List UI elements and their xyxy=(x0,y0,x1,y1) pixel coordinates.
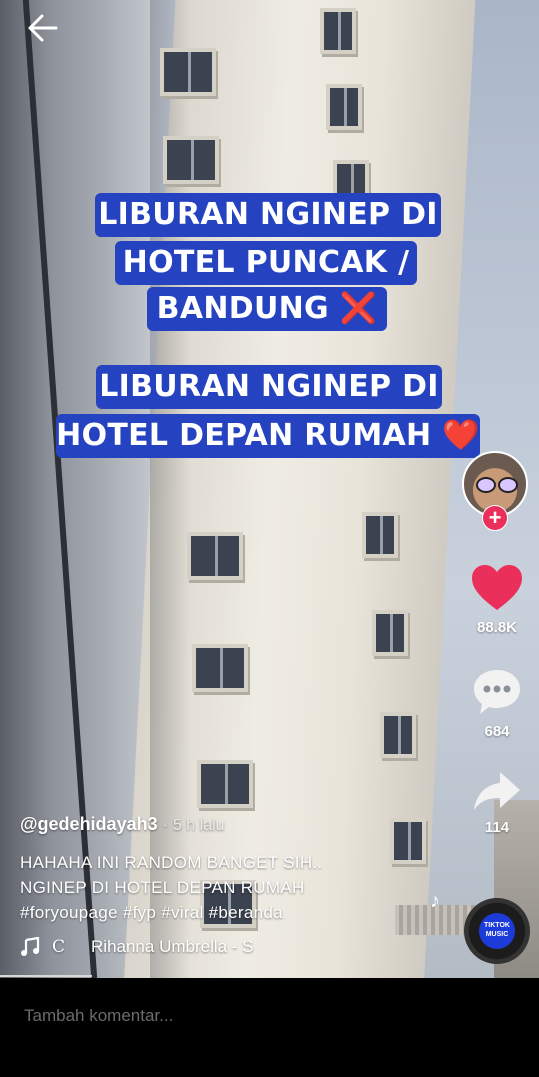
window xyxy=(372,610,408,656)
music-prefix: C xyxy=(52,937,66,957)
comment-bubble-icon xyxy=(474,670,520,714)
hashtags-line[interactable]: #foryoupage #fyp #viral #beranda xyxy=(20,900,440,925)
separator-dot: · xyxy=(162,817,168,834)
window xyxy=(380,712,416,758)
heart-icon xyxy=(472,565,522,610)
music-disc-icon: TIKTOK MUSIC xyxy=(479,913,515,949)
window xyxy=(192,644,248,692)
follow-button[interactable]: + xyxy=(482,505,508,531)
share-button[interactable]: 114 xyxy=(466,770,528,836)
like-count: 88.8K xyxy=(476,619,518,636)
floating-music-note-icon: ♪ xyxy=(430,890,440,912)
window xyxy=(163,136,219,184)
video-progress-bar[interactable] xyxy=(0,975,92,977)
creator-avatar[interactable]: + xyxy=(462,451,528,531)
music-title: Rihanna Umbrella - S xyxy=(91,937,254,956)
comment-input[interactable] xyxy=(24,1006,504,1026)
comment-count: 684 xyxy=(484,723,510,740)
music-note-icon xyxy=(21,937,40,956)
caption-line: HOTEL DEPAN RUMAH ❤️ xyxy=(56,414,480,458)
window xyxy=(197,760,253,808)
comment-button[interactable]: 684 xyxy=(466,668,528,740)
description-line: HAHAHA INI RANDOM BANGET SIH.. xyxy=(20,853,323,872)
music-ticker[interactable]: C Rihanna Umbrella - S xyxy=(20,937,254,957)
caption-line: HOTEL PUNCAK / xyxy=(115,241,417,285)
share-count: 114 xyxy=(484,819,510,836)
window xyxy=(160,48,216,96)
like-button[interactable]: 88.8K xyxy=(466,564,528,636)
back-arrow-icon[interactable] xyxy=(26,12,58,44)
caption-line: LIBURAN NGINEP DI xyxy=(95,193,441,237)
window xyxy=(187,532,243,580)
post-description[interactable]: HAHAHA INI RANDOM BANGET SIH.. NGINEP DI… xyxy=(20,850,440,925)
username-link[interactable]: @gedehidayah3 xyxy=(20,814,158,834)
share-arrow-icon xyxy=(474,772,520,810)
comment-bar xyxy=(0,978,539,1077)
caption-line: BANDUNG ❌ xyxy=(147,287,387,331)
window xyxy=(320,8,356,54)
music-disc[interactable]: TIKTOK MUSIC xyxy=(464,898,530,964)
window xyxy=(362,512,398,558)
post-author-line: @gedehidayah3 · 5 h lalu xyxy=(20,814,225,835)
post-time: 5 h lalu xyxy=(172,817,225,834)
caption-line: LIBURAN NGINEP DI xyxy=(96,365,442,409)
description-line: NGINEP DI HOTEL DEPAN RUMAH xyxy=(20,878,305,897)
window xyxy=(326,84,362,130)
